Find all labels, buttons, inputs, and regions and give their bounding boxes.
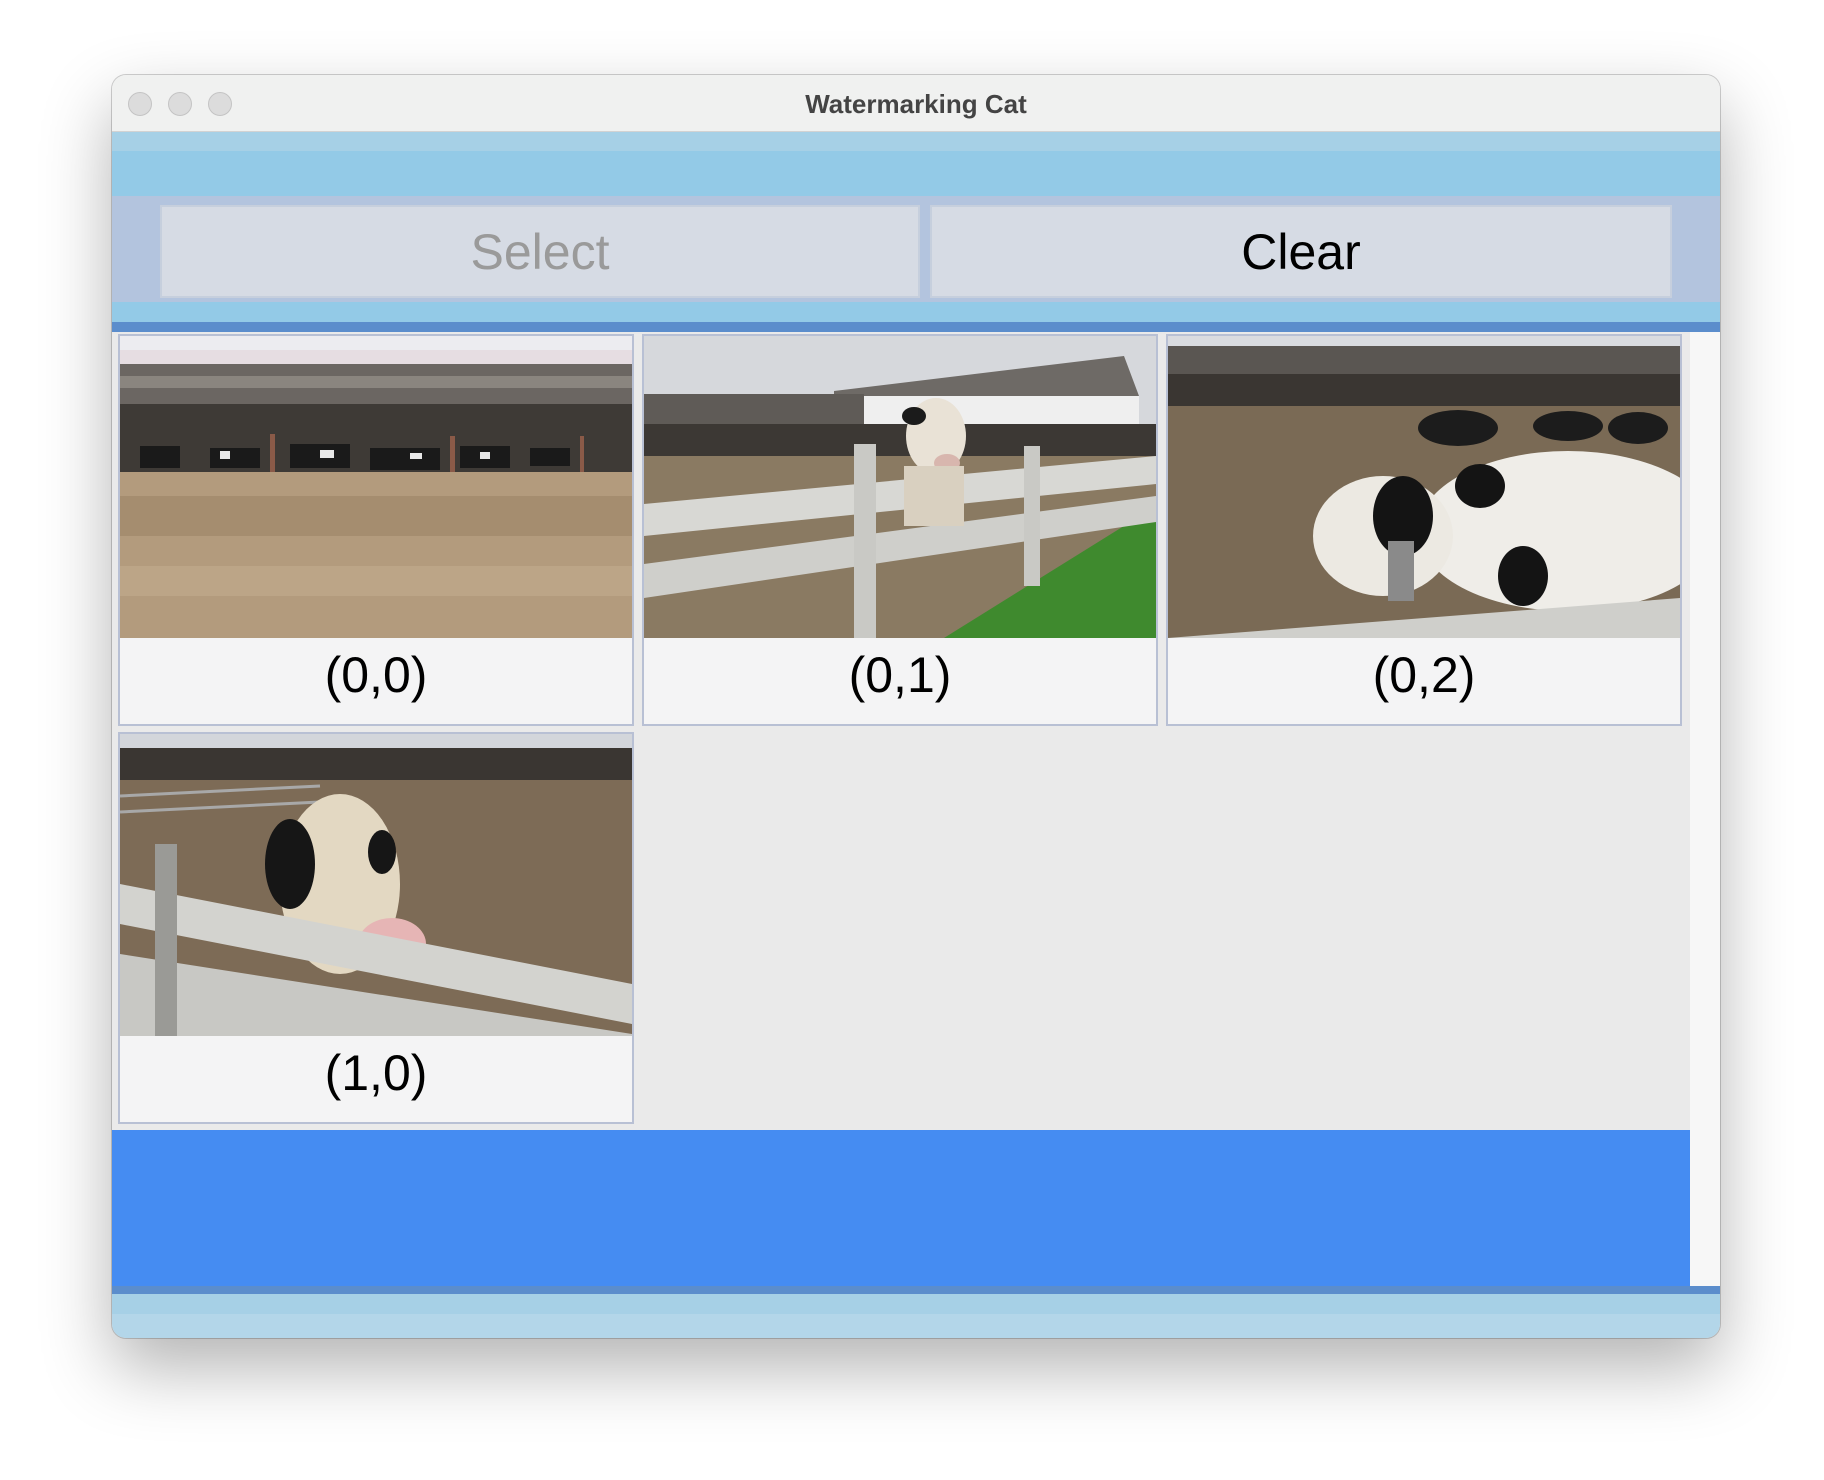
top-band-light xyxy=(112,132,1720,151)
clear-button[interactable]: Clear xyxy=(930,205,1672,298)
window-title: Watermarking Cat xyxy=(805,89,1027,119)
cow-looking-photo xyxy=(120,734,632,1036)
vertical-scrollbar[interactable] xyxy=(1690,332,1720,1286)
barn-photo xyxy=(120,336,632,638)
toolbar-bottom-band xyxy=(112,302,1720,322)
grid-cell[interactable]: (0,2) xyxy=(1166,334,1682,726)
bottom-band-light xyxy=(112,1314,1720,1338)
toolbar: Select Clear xyxy=(112,196,1720,302)
cell-caption: (0,2) xyxy=(1372,647,1476,703)
title-bar: Watermarking Cat xyxy=(112,75,1720,132)
cow-closeup-photo xyxy=(1168,336,1680,638)
bottom-bar xyxy=(112,1130,1690,1286)
grid-cell[interactable]: (0,1) xyxy=(642,334,1158,726)
cow-fence-photo xyxy=(644,336,1156,638)
cell-caption: (0,0) xyxy=(324,647,428,703)
top-band xyxy=(112,151,1720,196)
grid-cell[interactable]: (0,0) xyxy=(118,334,634,726)
bottom-separator-band xyxy=(112,1286,1720,1294)
image-grid: (0,0) (0,1) (0,2) (1,0) xyxy=(112,332,1690,1130)
bottom-band xyxy=(112,1294,1720,1314)
grid-cell[interactable]: (1,0) xyxy=(118,732,634,1124)
separator-band xyxy=(112,322,1720,332)
cell-caption: (1,0) xyxy=(324,1045,428,1101)
app-window: Watermarking Cat Select Clear (0,0) (0,1… xyxy=(112,75,1720,1338)
select-button[interactable]: Select xyxy=(160,205,920,298)
cell-caption: (0,1) xyxy=(848,647,952,703)
